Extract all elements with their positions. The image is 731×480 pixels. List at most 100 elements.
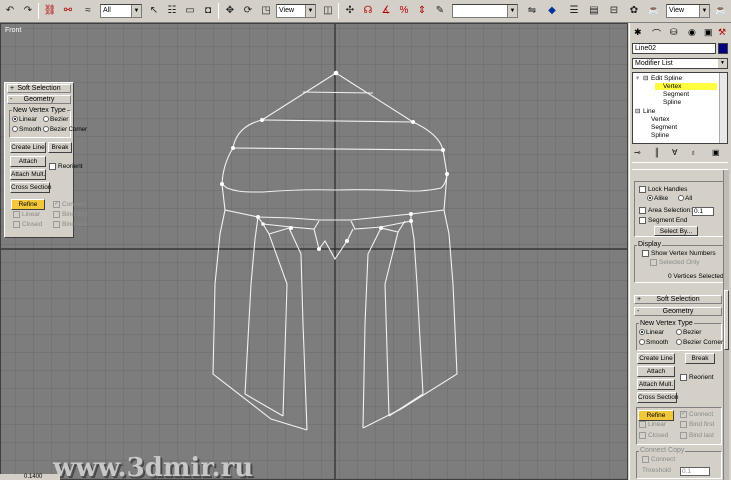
smooth-radio[interactable]: Smooth [639, 339, 668, 347]
geometry-rollout[interactable]: - Geometry [634, 307, 722, 316]
geometry-rollout[interactable]: - Geometry [7, 95, 71, 104]
break-button[interactable]: Break [685, 353, 715, 364]
make-unique-icon[interactable]: ∀ [672, 147, 677, 159]
pin-stack-icon[interactable]: ⊸ [634, 147, 641, 159]
stack-item-line-vertex[interactable]: Vertex [651, 116, 669, 123]
smooth-radio[interactable]: Smooth [12, 126, 41, 134]
collapse-minus-icon[interactable]: ⊟ [643, 75, 648, 82]
cross-section-button[interactable]: Cross Section [10, 182, 51, 193]
select-and-move-icon[interactable]: ✥ [222, 3, 238, 19]
linear-checkbox[interactable]: Linear [639, 421, 666, 429]
attach-button[interactable]: Attach [10, 156, 46, 167]
segment-end-checkbox[interactable]: Segment End [639, 217, 687, 225]
stack-scrollbar[interactable] [719, 73, 727, 143]
edit-named-selection-icon[interactable]: ✎ [432, 3, 448, 19]
select-and-manipulate-icon[interactable]: ✣ [342, 3, 358, 19]
select-and-scale-icon[interactable]: ◳ [258, 3, 274, 19]
viewport-label[interactable]: Front [5, 27, 21, 34]
attach-mult-button[interactable]: Attach Mult. [637, 379, 675, 390]
object-color-swatch[interactable] [718, 43, 728, 54]
alike-radio[interactable]: Alike [647, 195, 668, 203]
utilities-tab-icon[interactable]: ⚒ [718, 27, 726, 38]
soft-selection-rollout[interactable]: + Soft Selection [634, 295, 722, 304]
pivot-point-icon[interactable]: ◫ [320, 3, 336, 19]
select-object-icon[interactable]: ↖ [146, 3, 162, 19]
layer-manager-icon[interactable]: ☰ [566, 3, 582, 19]
stack-item-line-segment[interactable]: Segment [651, 124, 677, 131]
threshold-spinner[interactable]: 0.1 [680, 467, 710, 476]
create-line-button[interactable]: Create Line [637, 353, 675, 364]
modifier-stack[interactable]: ♀ ⊟ Edit Spline Vertex Segment Spline ⊟ … [632, 72, 728, 144]
viewport-canvas[interactable] [1, 24, 628, 480]
bind-first-checkbox[interactable]: Bind first [680, 421, 714, 429]
stack-item-spline[interactable]: Spline [663, 99, 681, 106]
bezier-radio[interactable]: Bezier [43, 116, 68, 124]
render-type-dropdown[interactable]: View ▼ [666, 4, 710, 18]
stack-item-line-spline[interactable]: Spline [651, 132, 669, 139]
undo-icon[interactable]: ↶ [2, 3, 18, 19]
lock-handles-checkbox[interactable]: Lock Handles [639, 186, 687, 194]
modify-tab-icon[interactable]: ⌒ [652, 27, 661, 40]
stack-item-vertex[interactable]: Vertex [655, 83, 717, 90]
reorient-checkbox[interactable]: Reorient [680, 374, 714, 382]
bezier-corner-radio[interactable]: Bezier Corner [676, 339, 723, 347]
refine-button[interactable]: Refine [638, 410, 674, 421]
render-scene-icon[interactable]: ☕ [646, 3, 662, 19]
command-panel-scrollbar[interactable] [723, 170, 729, 480]
soft-selection-rollout[interactable]: + Soft Selection [7, 84, 71, 93]
front-viewport[interactable]: Front www.3dmir.ru + Soft Selection - Ge… [0, 23, 628, 480]
spinner-snap-icon[interactable]: ⇕ [414, 3, 430, 19]
curve-editor-icon[interactable]: ▤ [586, 3, 602, 19]
selection-filter-dropdown[interactable]: All ▼ [100, 4, 142, 18]
modifier-list-dropdown[interactable]: Modifier List ▼ [632, 58, 728, 69]
cross-section-button[interactable]: Cross Section [637, 392, 678, 403]
selected-only-checkbox[interactable]: Selected Only [650, 259, 699, 267]
rectangular-selection-icon[interactable]: ▭ [182, 3, 198, 19]
display-tab-icon[interactable]: ▣ [704, 27, 713, 38]
stack-item-line[interactable]: Line [643, 108, 655, 115]
create-line-button[interactable]: Create Line [10, 142, 46, 153]
quick-render-icon[interactable]: ☕ [713, 3, 729, 19]
redo-icon[interactable]: ↷ [20, 3, 36, 19]
bezier-corner-radio[interactable]: Bezier Corner [43, 126, 87, 134]
select-by-name-icon[interactable]: ☷ [164, 3, 180, 19]
collapse-minus-icon[interactable]: ⊟ [635, 108, 640, 115]
bezier-radio[interactable]: Bezier [676, 329, 701, 337]
configure-sets-icon[interactable]: ▣ [712, 147, 720, 159]
named-selection-dropdown[interactable]: ▼ [452, 4, 518, 18]
reorient-checkbox[interactable]: Reorient [49, 163, 83, 171]
lightbulb-icon[interactable]: ♀ [635, 75, 640, 82]
hierarchy-tab-icon[interactable]: ⛁ [670, 27, 678, 38]
area-selection-spinner[interactable]: 0.1 [692, 207, 714, 216]
all-radio[interactable]: All [678, 195, 692, 203]
select-and-rotate-icon[interactable]: ⟳ [240, 3, 256, 19]
angle-snap-icon[interactable]: ∡ [378, 3, 394, 19]
show-end-result-icon[interactable]: ║ [654, 147, 660, 159]
connect-checkbox[interactable]: ✓ Connect [680, 411, 713, 419]
linear-checkbox[interactable]: Linear [13, 211, 40, 219]
bind-last-checkbox[interactable]: Bind last [680, 432, 714, 440]
percent-snap-icon[interactable]: % [396, 3, 412, 19]
attach-button[interactable]: Attach [637, 366, 675, 377]
motion-tab-icon[interactable]: ◉ [688, 27, 696, 38]
break-button[interactable]: Break [48, 142, 72, 153]
align-icon[interactable]: ◆ [544, 3, 560, 19]
linear-radio[interactable]: Linear [12, 116, 37, 124]
linear-radio[interactable]: Linear [639, 329, 664, 337]
closed-checkbox[interactable]: Closed [13, 221, 42, 229]
unlink-icon[interactable]: ⚯ [60, 3, 76, 19]
stack-item-segment[interactable]: Segment [663, 91, 689, 98]
schematic-view-icon[interactable]: ⊟ [606, 3, 622, 19]
scrollbar-thumb[interactable] [724, 290, 729, 350]
connect-checkbox[interactable]: ✓ Connect [53, 201, 86, 209]
material-editor-icon[interactable]: ✿ [626, 3, 642, 19]
select-and-link-icon[interactable]: ⛓ [42, 3, 58, 19]
closed-checkbox[interactable]: Closed [639, 432, 668, 440]
mirror-icon[interactable]: ⇋ [524, 3, 540, 19]
window-crossing-icon[interactable]: ◘ [200, 3, 216, 19]
remove-modifier-icon[interactable]: ♁ [690, 147, 696, 159]
snaps-toggle-icon[interactable]: ☊ [360, 3, 376, 19]
select-by-button[interactable]: Select By... [654, 226, 698, 236]
object-name-field[interactable]: Line02 [632, 43, 716, 54]
reference-coordinate-dropdown[interactable]: View ▼ [276, 4, 316, 18]
